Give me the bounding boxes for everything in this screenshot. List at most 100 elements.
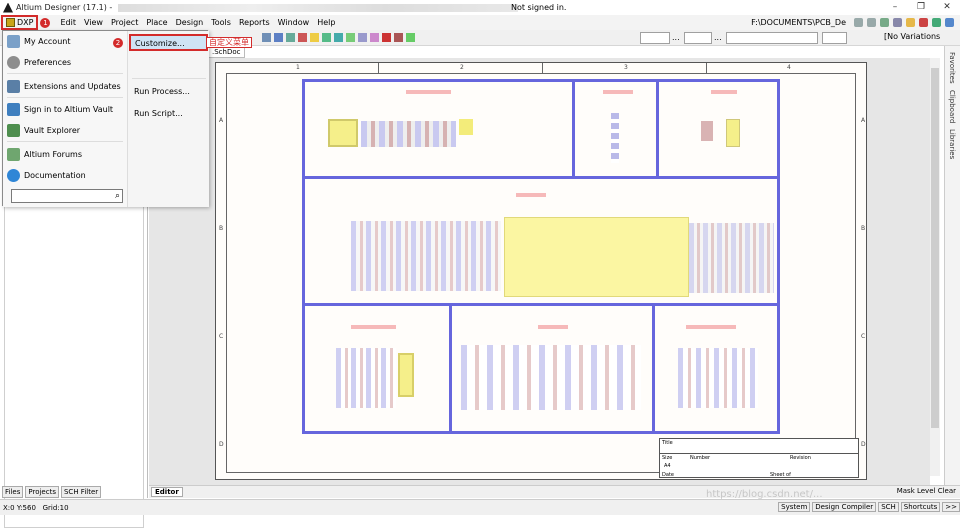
restore-button[interactable]: ❐ xyxy=(908,0,934,15)
wire-tool-icon[interactable] xyxy=(906,18,915,27)
editor-tab[interactable]: Editor xyxy=(151,487,183,497)
menu-reports[interactable]: Reports xyxy=(235,18,274,27)
document-path-combo[interactable]: F:\DOCUMENTS\PCB_De xyxy=(751,18,846,27)
place-bus-icon[interactable] xyxy=(274,33,283,42)
menu-label: Sign in to Altium Vault xyxy=(24,104,114,114)
directive-icon[interactable] xyxy=(370,33,379,42)
mask-level-controls[interactable]: Mask Level Clear xyxy=(897,487,956,495)
tab-projects[interactable]: Projects xyxy=(25,486,59,498)
menu-sign-in-vault[interactable]: Sign in to Altium Vault xyxy=(7,100,113,118)
status-tab-sch[interactable]: SCH xyxy=(878,502,899,512)
menu-edit[interactable]: Edit xyxy=(56,18,80,27)
menu-my-account[interactable]: My Account xyxy=(7,32,70,50)
menu-view[interactable]: View xyxy=(80,18,107,27)
forward-icon[interactable] xyxy=(867,18,876,27)
vault-signin-icon xyxy=(7,102,20,116)
menu-preferences[interactable]: Preferences xyxy=(7,53,71,71)
gear-icon xyxy=(7,55,20,69)
bookmark-icon[interactable] xyxy=(893,18,902,27)
scrollbar-thumb[interactable] xyxy=(931,68,939,428)
forums-icon xyxy=(7,147,20,161)
pcb-layout-icon[interactable] xyxy=(394,33,403,42)
menu-help[interactable]: Help xyxy=(313,18,339,27)
place-wire-icon[interactable] xyxy=(262,33,271,42)
menu-label: Vault Explorer xyxy=(24,125,81,135)
menu-search-input[interactable]: ⌕ xyxy=(11,189,123,203)
coords-value: X:0 Y:560 xyxy=(3,504,36,512)
place-power-icon[interactable] xyxy=(310,33,319,42)
tab-clipboard[interactable]: Clipboard xyxy=(948,90,956,123)
place-sheet-icon[interactable] xyxy=(334,33,343,42)
filter-combo-4[interactable] xyxy=(822,32,847,44)
cursor-coordinates: X:0 Y:560 Grid:10 xyxy=(3,504,69,512)
menu-altium-forums[interactable]: Altium Forums xyxy=(7,145,82,163)
user-icon xyxy=(7,34,20,48)
place-netlabel-icon[interactable] xyxy=(298,33,307,42)
schematic-sheet[interactable]: 1 2 3 4 A B C D A B C D Title Size Numbe… xyxy=(215,62,867,480)
menu-run-process[interactable]: Run Process... xyxy=(134,87,190,96)
zone-c: C xyxy=(219,333,224,340)
status-tab-system[interactable]: System xyxy=(778,502,811,512)
filter-combo-1[interactable] xyxy=(640,32,670,44)
right-panel-tabs: Favorites Clipboard Libraries xyxy=(944,46,960,486)
place-sheet-entry-icon[interactable] xyxy=(358,33,367,42)
dxp-label: DXP xyxy=(17,18,34,27)
dxp-menu-button[interactable]: DXP xyxy=(1,15,39,30)
arrow-down-icon[interactable] xyxy=(932,18,941,27)
vertical-scrollbar[interactable] xyxy=(930,58,940,476)
status-tab-more[interactable]: >> xyxy=(942,502,960,512)
schematic-block-clock[interactable] xyxy=(656,79,780,179)
no-erc-icon[interactable] xyxy=(382,33,391,42)
tab-libraries[interactable]: Libraries xyxy=(948,129,956,159)
status-tab-design-compiler[interactable]: Design Compiler xyxy=(812,502,877,512)
menu-design[interactable]: Design xyxy=(172,18,208,27)
help-icon xyxy=(7,168,20,182)
vault-explorer-icon xyxy=(7,123,20,137)
close-button[interactable]: ✕ xyxy=(934,0,960,15)
menu-label: Preferences xyxy=(24,57,72,67)
tab-files[interactable]: Files xyxy=(2,486,24,498)
zone-3: 3 xyxy=(624,64,628,71)
title-block: Title Size Number Revision A4 Date Sheet… xyxy=(659,438,859,478)
menu-project[interactable]: Project xyxy=(107,18,142,27)
filter-combo-3[interactable] xyxy=(726,32,818,44)
place-part-icon[interactable] xyxy=(322,33,331,42)
menu-separator xyxy=(7,97,123,98)
text-icon[interactable] xyxy=(406,33,415,42)
tab-sch-filter[interactable]: SCH Filter xyxy=(60,486,102,498)
menu-extensions[interactable]: Extensions and Updates xyxy=(7,77,121,95)
menu-documentation[interactable]: Documentation xyxy=(7,166,86,184)
reset-circuit xyxy=(336,348,396,408)
menu-vault-explorer[interactable]: Vault Explorer xyxy=(7,121,80,139)
customize-annotation-label: 自定义菜单 xyxy=(206,37,252,48)
place-entry-icon[interactable] xyxy=(286,33,295,42)
menu-separator xyxy=(7,141,123,142)
zone-d: D xyxy=(219,441,224,448)
back-icon[interactable] xyxy=(854,18,863,27)
power-circuit xyxy=(361,121,456,147)
menu-customize[interactable]: Customize... xyxy=(129,34,208,51)
menu-tools[interactable]: Tools xyxy=(207,18,235,27)
menu-window[interactable]: Window xyxy=(274,18,314,27)
sheet-label: Sheet of xyxy=(770,472,791,478)
place-port-icon[interactable] xyxy=(346,33,355,42)
status-tab-shortcuts[interactable]: Shortcuts xyxy=(900,502,941,512)
search-icon[interactable]: ⌕ xyxy=(115,191,120,201)
filter-combo-2[interactable] xyxy=(684,32,712,44)
menu-run-script[interactable]: Run Script... xyxy=(134,109,183,118)
grid-icon[interactable] xyxy=(945,18,954,27)
minimize-button[interactable]: – xyxy=(882,0,908,15)
schematic-canvas[interactable]: 1 2 3 4 A B C D A B C D Title Size Numbe… xyxy=(149,58,930,485)
crystal xyxy=(701,121,713,141)
block-title xyxy=(516,193,546,197)
clear-button[interactable]: Clear xyxy=(938,487,956,495)
menu-place[interactable]: Place xyxy=(142,18,171,27)
home-icon[interactable] xyxy=(880,18,889,27)
net-label-icon[interactable] xyxy=(919,18,928,27)
zone-divider xyxy=(542,63,543,73)
tab-favorites[interactable]: Favorites xyxy=(948,52,956,84)
number-label: Number xyxy=(690,455,711,461)
variations-combo[interactable]: [No Variations xyxy=(884,32,940,41)
date-label: Date xyxy=(662,472,674,478)
mask-level-button[interactable]: Mask Level xyxy=(897,487,936,495)
